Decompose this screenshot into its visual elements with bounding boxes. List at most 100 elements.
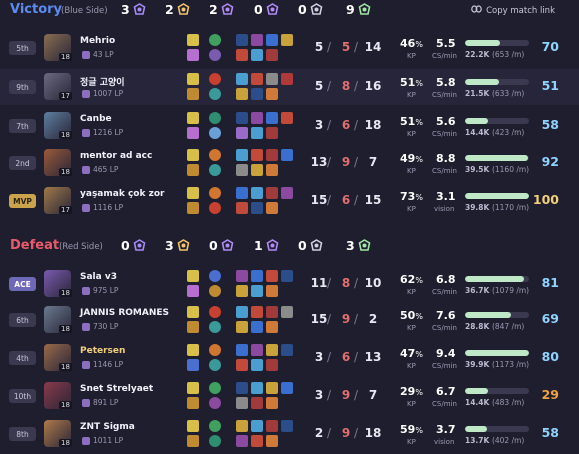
player-name[interactable]: ZNT Sigma: [80, 422, 135, 432]
item-icon[interactable]: [266, 88, 278, 100]
item-icon[interactable]: [266, 435, 278, 447]
item-icon[interactable]: [281, 112, 293, 124]
item-icon[interactable]: [266, 202, 278, 214]
rune-icon[interactable]: [209, 382, 221, 394]
summoner-spell-icon[interactable]: [187, 34, 199, 46]
item-icon[interactable]: [281, 270, 293, 282]
summoner-spell-icon[interactable]: [187, 164, 199, 176]
item-icon[interactable]: [251, 306, 263, 318]
item-icon[interactable]: [266, 344, 278, 356]
player-name[interactable]: Petersen: [80, 346, 125, 356]
item-icon[interactable]: [251, 149, 263, 161]
item-icon[interactable]: [251, 435, 263, 447]
item-icon[interactable]: [251, 420, 263, 432]
item-icon[interactable]: [236, 202, 248, 214]
item-icon[interactable]: [281, 420, 293, 432]
rune-icon[interactable]: [209, 202, 221, 214]
rune-icon[interactable]: [209, 112, 221, 124]
player-name[interactable]: Mehrio: [80, 36, 115, 46]
item-icon[interactable]: [236, 306, 248, 318]
rune-icon[interactable]: [209, 127, 221, 139]
player-row[interactable]: 6th 18 JANNIS ROMANES 730 LP 15/9/2 50% KP 7.6 C…: [0, 302, 579, 338]
summoner-spell-icon[interactable]: [187, 270, 199, 282]
item-icon[interactable]: [281, 344, 293, 356]
summoner-spell-icon[interactable]: [187, 112, 199, 124]
item-icon[interactable]: [266, 285, 278, 297]
item-icon[interactable]: [266, 34, 278, 46]
rune-icon[interactable]: [209, 306, 221, 318]
summoner-spell-icon[interactable]: [187, 382, 199, 394]
item-icon[interactable]: [281, 382, 293, 394]
rune-icon[interactable]: [209, 164, 221, 176]
item-icon[interactable]: [251, 285, 263, 297]
item-icon[interactable]: [236, 435, 248, 447]
item-icon[interactable]: [251, 88, 263, 100]
player-name[interactable]: Canbe: [80, 114, 112, 124]
item-icon[interactable]: [251, 164, 263, 176]
item-icon[interactable]: [236, 285, 248, 297]
item-icon[interactable]: [236, 88, 248, 100]
player-row[interactable]: 9th 17 정글 고양이 1007 LP 5/8/16 51% KP 5.8 CS/min 21…: [0, 69, 579, 105]
item-icon[interactable]: [281, 149, 293, 161]
item-icon[interactable]: [236, 344, 248, 356]
summoner-spell-icon[interactable]: [187, 306, 199, 318]
item-icon[interactable]: [251, 202, 263, 214]
item-icon[interactable]: [266, 382, 278, 394]
summoner-spell-icon[interactable]: [187, 397, 199, 409]
item-icon[interactable]: [251, 187, 263, 199]
summoner-spell-icon[interactable]: [187, 420, 199, 432]
player-row[interactable]: 7th 18 Canbe 1216 LP 3/6/18 51% KP 5.6 CS/min 14.…: [0, 108, 579, 144]
item-icon[interactable]: [251, 112, 263, 124]
player-row[interactable]: 5th 18 Mehrio 43 LP 5/5/14 46% KP 5.5 CS/min 22.2…: [0, 30, 579, 66]
summoner-spell-icon[interactable]: [187, 285, 199, 297]
player-name[interactable]: yaşamak çok zor: [80, 189, 164, 199]
item-icon[interactable]: [236, 149, 248, 161]
item-icon[interactable]: [251, 49, 263, 61]
item-icon[interactable]: [251, 34, 263, 46]
item-icon[interactable]: [266, 127, 278, 139]
player-name[interactable]: Sala v3: [80, 272, 117, 282]
rune-icon[interactable]: [209, 149, 221, 161]
item-icon[interactable]: [236, 382, 248, 394]
item-icon[interactable]: [236, 49, 248, 61]
item-icon[interactable]: [266, 321, 278, 333]
rune-icon[interactable]: [209, 88, 221, 100]
player-row[interactable]: 2nd 18 mentor ad acc 465 LP 13/9/7 49% KP 8.8 CS…: [0, 145, 579, 181]
item-icon[interactable]: [266, 149, 278, 161]
item-icon[interactable]: [281, 34, 293, 46]
summoner-spell-icon[interactable]: [187, 127, 199, 139]
item-icon[interactable]: [266, 306, 278, 318]
player-name[interactable]: JANNIS ROMANES: [80, 308, 169, 318]
item-icon[interactable]: [266, 187, 278, 199]
player-row[interactable]: 4th 18 Petersen 1146 LP 3/6/13 47% KP 9.4 CS/min…: [0, 340, 579, 376]
item-icon[interactable]: [266, 112, 278, 124]
player-name[interactable]: Snet Strelyaet: [80, 384, 153, 394]
item-icon[interactable]: [266, 73, 278, 85]
player-row[interactable]: MVP 17 yaşamak çok zor 1116 LP 15/6/15 73% KP 3…: [0, 183, 579, 219]
player-name[interactable]: mentor ad acc: [80, 151, 152, 161]
item-icon[interactable]: [266, 359, 278, 371]
rune-icon[interactable]: [209, 73, 221, 85]
summoner-spell-icon[interactable]: [187, 88, 199, 100]
item-icon[interactable]: [251, 127, 263, 139]
player-row[interactable]: 8th 18 ZNT Sigma 1011 LP 2/9/18 59% KP 3.7 visio…: [0, 416, 579, 452]
item-icon[interactable]: [251, 397, 263, 409]
item-icon[interactable]: [266, 270, 278, 282]
item-icon[interactable]: [236, 34, 248, 46]
summoner-spell-icon[interactable]: [187, 187, 199, 199]
rune-icon[interactable]: [209, 187, 221, 199]
rune-icon[interactable]: [209, 435, 221, 447]
item-icon[interactable]: [281, 306, 293, 318]
item-icon[interactable]: [266, 49, 278, 61]
summoner-spell-icon[interactable]: [187, 73, 199, 85]
item-icon[interactable]: [236, 270, 248, 282]
item-icon[interactable]: [236, 321, 248, 333]
item-icon[interactable]: [236, 164, 248, 176]
item-icon[interactable]: [236, 420, 248, 432]
summoner-spell-icon[interactable]: [187, 202, 199, 214]
player-row[interactable]: ACE 18 Sala v3 975 LP 11/8/10 62% KP 6.8 CS/min 3…: [0, 266, 579, 302]
item-icon[interactable]: [236, 127, 248, 139]
item-icon[interactable]: [236, 359, 248, 371]
rune-icon[interactable]: [209, 397, 221, 409]
summoner-spell-icon[interactable]: [187, 435, 199, 447]
